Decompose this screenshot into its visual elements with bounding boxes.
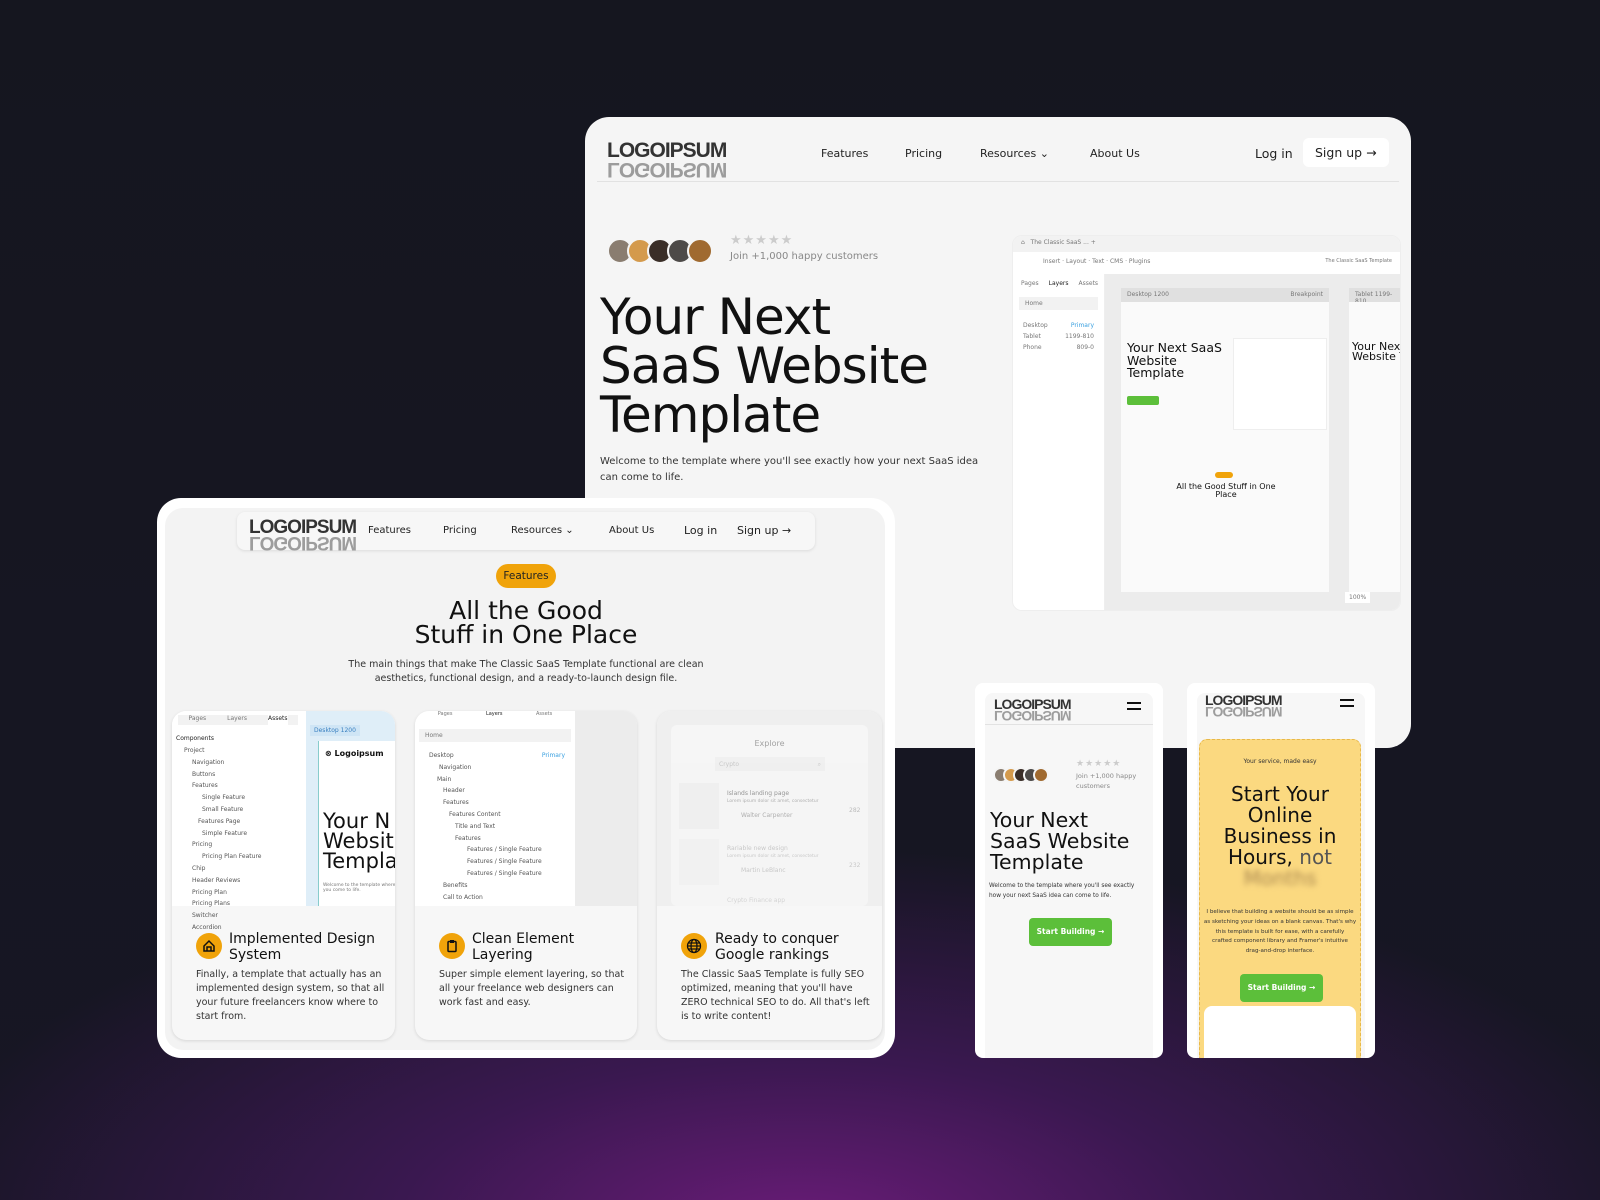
signup-button[interactable]: Sign up → bbox=[737, 524, 791, 537]
hero-subtitle: Welcome to the template where you'll see… bbox=[600, 456, 979, 483]
search-icon: ⌕ bbox=[817, 761, 821, 768]
layer-phone[interactable]: Phone 809-0 bbox=[1023, 342, 1094, 353]
toolbar-plugins[interactable]: Plugins bbox=[1129, 258, 1151, 265]
rating-stars: ★★★★★ bbox=[730, 233, 794, 248]
mobile-hero-preview: LOGOIPSUM LOGOIPSUM ★★★★★ Join +1,000 hap… bbox=[975, 683, 1163, 1058]
start-building-button[interactable]: Start Building → bbox=[1029, 918, 1112, 946]
nav-resources[interactable]: Resources ⌄ bbox=[980, 147, 1049, 160]
hero-title: Start Your Online Business in Hours, not Mo… bbox=[1223, 782, 1337, 890]
tab-layers[interactable]: Layers bbox=[1049, 280, 1069, 287]
customers-text: Join +1,000 happy customers bbox=[730, 251, 879, 262]
layers-tree: Desktop Primary Navigation Main Header Featur… bbox=[429, 752, 565, 901]
features-title: All the Good Stuff in One Place bbox=[414, 596, 638, 649]
hamburger-menu-icon[interactable] bbox=[1127, 702, 1141, 710]
login-link[interactable]: Log in bbox=[1255, 146, 1293, 161]
logo[interactable]: LOGOIPSUM LOGOIPSUM bbox=[249, 518, 357, 553]
editor-tab[interactable]: The Classic SaaS ... bbox=[1031, 239, 1089, 246]
page-select[interactable]: Home bbox=[1019, 297, 1098, 310]
tab-assets[interactable]: Assets bbox=[1079, 280, 1099, 287]
dashboard-preview bbox=[1204, 1006, 1356, 1058]
logo[interactable]: LOGOIPSUM LOGOIPSUM bbox=[1205, 693, 1283, 720]
chevron-down-icon: ⌄ bbox=[1039, 147, 1049, 160]
house-icon bbox=[196, 933, 222, 959]
features-desc: The main things that make The Classic Sa… bbox=[348, 659, 704, 684]
nav-resources[interactable]: Resources ⌄ bbox=[511, 525, 574, 536]
nav-features[interactable]: Features bbox=[821, 147, 868, 160]
arrow-right-icon: → bbox=[781, 524, 792, 537]
list-item[interactable]: Islands landing page Lorem ipsum dolor si… bbox=[727, 790, 819, 820]
hero-title: Your Next SaaS Website Template bbox=[990, 808, 1130, 874]
nav-pricing[interactable]: Pricing bbox=[905, 147, 942, 160]
list-item[interactable]: Crypto Finance app bbox=[727, 897, 785, 904]
feature-card: Pages Layers Assets Home Desktop Primary Nav… bbox=[415, 711, 637, 1040]
arrow-right-icon: → bbox=[1366, 145, 1377, 160]
components-list: Project Navigation Buttons Features Single F… bbox=[184, 747, 262, 931]
rating-stars: ★★★★★ bbox=[1076, 759, 1122, 769]
hero-subtitle: Welcome to the template where you'll see… bbox=[989, 883, 1135, 899]
editor-screenshot: ⌂ The Classic SaaS ... + Insert · Layout… bbox=[1012, 235, 1401, 611]
layer-desktop[interactable]: Desktop Primary bbox=[1023, 320, 1094, 331]
globe-icon bbox=[681, 933, 707, 959]
signup-button[interactable]: Sign up → bbox=[1303, 138, 1389, 167]
logo[interactable]: LOGOIPSUM LOGOIPSUM bbox=[607, 140, 727, 181]
features-badge: Features bbox=[496, 564, 556, 588]
toolbar-text[interactable]: Text bbox=[1092, 258, 1104, 265]
home-icon[interactable]: ⌂ bbox=[1021, 239, 1025, 246]
logo[interactable]: LOGOIPSUM LOGOIPSUM bbox=[994, 697, 1072, 724]
toolbar-insert[interactable]: Insert bbox=[1043, 258, 1060, 265]
toolbar-layout[interactable]: Layout bbox=[1066, 258, 1086, 265]
project-name: The Classic SaaS Template bbox=[1325, 258, 1392, 264]
features-nav: LOGOIPSUM LOGOIPSUM Features Pricing Reso… bbox=[237, 512, 815, 553]
nav-pricing[interactable]: Pricing bbox=[443, 525, 477, 536]
avatar bbox=[687, 238, 713, 264]
hamburger-menu-icon[interactable] bbox=[1340, 699, 1354, 707]
tab-pages[interactable]: Pages bbox=[1021, 280, 1039, 287]
nav-divider bbox=[597, 181, 1399, 182]
layer-tablet[interactable]: Tablet 1199-810 bbox=[1023, 331, 1094, 342]
yellow-hero-panel: Your service, made easy Start Your Online… bbox=[1199, 739, 1361, 1058]
list-item[interactable]: Rariable new design Lorem ipsum dolor sit… bbox=[727, 845, 819, 875]
nav-features[interactable]: Features bbox=[368, 525, 411, 536]
login-link[interactable]: Log in bbox=[684, 524, 717, 537]
start-building-button[interactable]: Start Building → bbox=[1240, 974, 1323, 1002]
hero-title: Your Next SaaS Website Template bbox=[600, 288, 929, 444]
nav-about[interactable]: About Us bbox=[609, 525, 654, 536]
avatar-group bbox=[607, 238, 713, 268]
avatar-group bbox=[993, 767, 1049, 787]
editor-toolbar: Insert · Layout · Text · CMS · Plugins T… bbox=[1043, 258, 1392, 265]
feature-card: Pages Layers Assets Components Project Navi… bbox=[172, 711, 395, 1040]
toolbar-cms[interactable]: CMS bbox=[1110, 258, 1123, 265]
mini-logo: ⊗ Logoipsum bbox=[325, 749, 384, 758]
tablet-frame[interactable]: Your Next SaaS Website Template bbox=[1349, 302, 1400, 592]
feature-card: Explore Crypto ⌕ Islands landing page Lore… bbox=[657, 711, 882, 1040]
desktop-frame[interactable]: Your Next SaaS Website Template All the … bbox=[1121, 302, 1329, 592]
search-input[interactable]: Crypto ⌕ bbox=[715, 757, 825, 771]
nav-about[interactable]: About Us bbox=[1090, 147, 1140, 160]
hero-desc: I believe that building a website should… bbox=[1203, 909, 1357, 955]
editor-canvas: Desktop 1200 Breakpoint Your Next SaaS We… bbox=[1105, 274, 1400, 610]
clipboard-icon bbox=[439, 933, 465, 959]
editor-left-panel: Pages Layers Assets Home Desktop Primary T… bbox=[1013, 274, 1105, 610]
customers-text: Join +1,000 happy customers bbox=[1076, 772, 1137, 790]
zoom-level[interactable]: 100% bbox=[1345, 592, 1371, 603]
features-preview: LOGOIPSUM LOGOIPSUM Features Pricing Reso… bbox=[157, 498, 895, 1058]
mobile-yellow-preview: LOGOIPSUM LOGOIPSUM Your service, made ea… bbox=[1187, 683, 1375, 1058]
